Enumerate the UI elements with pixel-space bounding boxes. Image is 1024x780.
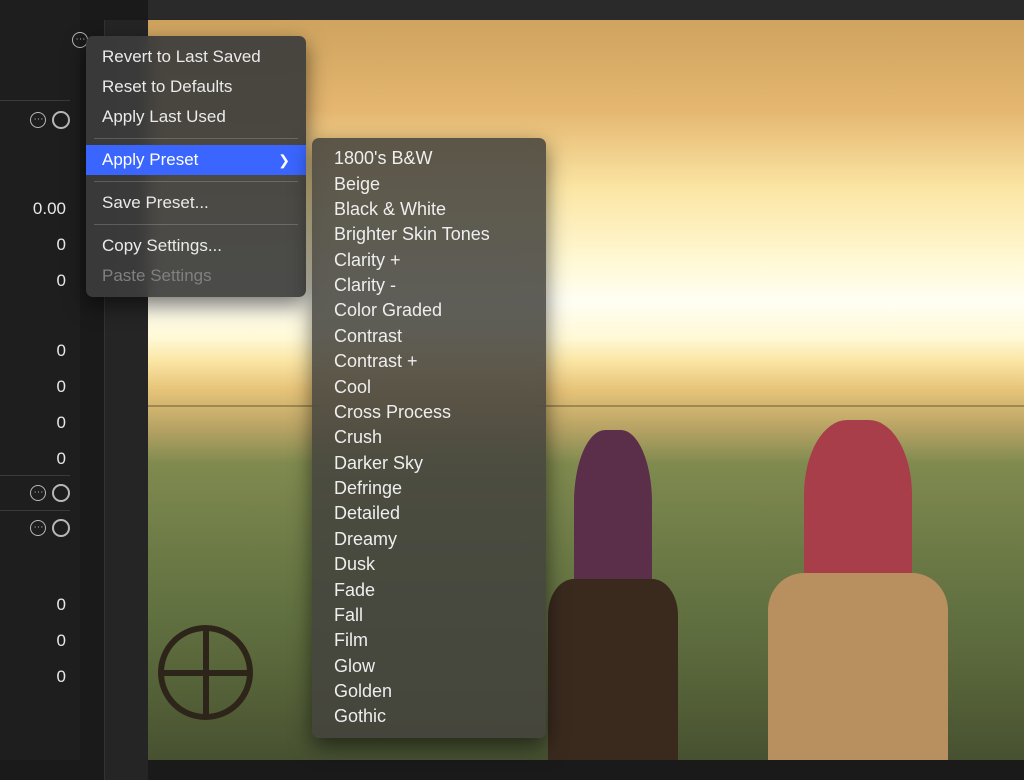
reset-icon[interactable] xyxy=(52,484,70,502)
preset-label: Defringe xyxy=(334,478,402,498)
preset-label: Dusk xyxy=(334,554,375,574)
preset-label: Color Graded xyxy=(334,300,442,320)
preset-label: Contrast + xyxy=(334,351,418,371)
reset-icon[interactable] xyxy=(52,519,70,537)
preset-item[interactable]: Black & White xyxy=(312,197,546,222)
preset-item[interactable]: Color Graded xyxy=(312,298,546,323)
adjust-value[interactable]: 0 xyxy=(0,235,70,255)
preset-item[interactable]: Clarity + xyxy=(312,248,546,273)
adjust-value[interactable]: 0 xyxy=(0,631,70,651)
preset-label: Black & White xyxy=(334,199,446,219)
menu-item-label: Copy Settings... xyxy=(102,236,222,256)
menu-apply-last-used[interactable]: Apply Last Used xyxy=(86,102,306,132)
preset-label: Fade xyxy=(334,580,375,600)
preset-item[interactable]: Contrast xyxy=(312,324,546,349)
preset-label: Fall xyxy=(334,605,363,625)
preset-label: Cross Process xyxy=(334,402,451,422)
adjust-value[interactable]: 0 xyxy=(0,595,70,615)
preset-label: Film xyxy=(334,630,368,650)
preset-item[interactable]: Defringe xyxy=(312,476,546,501)
menu-paste-settings: Paste Settings xyxy=(86,261,306,291)
menu-item-label: Revert to Last Saved xyxy=(102,47,261,67)
preset-label: Gothic xyxy=(334,706,386,726)
menu-separator xyxy=(94,138,298,139)
preset-label: Clarity - xyxy=(334,275,396,295)
menu-copy-settings[interactable]: Copy Settings... xyxy=(86,231,306,261)
image-content xyxy=(548,430,678,760)
preset-item[interactable]: Fade xyxy=(312,577,546,602)
preset-label: Cool xyxy=(334,377,371,397)
preset-item[interactable]: Beige xyxy=(312,171,546,196)
preset-item[interactable]: Dusk xyxy=(312,552,546,577)
menu-item-label: Paste Settings xyxy=(102,266,212,286)
preset-item[interactable]: Golden xyxy=(312,679,546,704)
adjust-value[interactable]: 0 xyxy=(0,667,70,687)
menu-separator xyxy=(94,181,298,182)
image-content xyxy=(148,590,268,720)
preset-item[interactable]: Crush xyxy=(312,425,546,450)
menu-revert-to-last-saved[interactable]: Revert to Last Saved xyxy=(86,42,306,72)
toolbar-strip xyxy=(0,0,1024,20)
menu-item-label: Reset to Defaults xyxy=(102,77,232,97)
menu-save-preset[interactable]: Save Preset... xyxy=(86,188,306,218)
adjust-value[interactable]: 0 xyxy=(0,271,70,291)
preset-label: Clarity + xyxy=(334,250,401,270)
more-icon[interactable] xyxy=(30,485,46,501)
adjust-value[interactable]: 0 xyxy=(0,413,70,433)
preset-item[interactable]: Cross Process xyxy=(312,400,546,425)
preset-label: Brighter Skin Tones xyxy=(334,224,490,244)
preset-item[interactable]: Detailed xyxy=(312,501,546,526)
adjust-value[interactable]: 0 xyxy=(0,449,70,469)
adjust-value[interactable]: 0 xyxy=(0,341,70,361)
preset-label: Golden xyxy=(334,681,392,701)
chevron-right-icon: ❯ xyxy=(278,152,290,169)
preset-item[interactable]: Clarity - xyxy=(312,273,546,298)
preset-item[interactable]: Glow xyxy=(312,654,546,679)
preset-item[interactable]: 1800's B&W xyxy=(312,146,546,171)
preset-submenu: 1800's B&W Beige Black & White Brighter … xyxy=(312,138,546,738)
adjust-value[interactable]: 0.00 xyxy=(0,199,70,219)
image-content xyxy=(768,420,948,760)
adjust-value[interactable]: 0 xyxy=(0,377,70,397)
menu-item-label: Save Preset... xyxy=(102,193,209,213)
preset-item[interactable]: Brighter Skin Tones xyxy=(312,222,546,247)
preset-label: Darker Sky xyxy=(334,453,423,473)
menu-reset-to-defaults[interactable]: Reset to Defaults xyxy=(86,72,306,102)
menu-apply-preset[interactable]: Apply Preset ❯ xyxy=(86,145,306,175)
more-icon[interactable] xyxy=(30,520,46,536)
preset-item[interactable]: Darker Sky xyxy=(312,451,546,476)
menu-separator xyxy=(94,224,298,225)
adjustments-sidebar: 0.00 0 0 0 0 0 0 0 0 0 xyxy=(0,0,80,760)
preset-item[interactable]: Film xyxy=(312,628,546,653)
preset-label: Detailed xyxy=(334,503,400,523)
preset-label: Beige xyxy=(334,174,380,194)
menu-item-label: Apply Last Used xyxy=(102,107,226,127)
more-icon[interactable] xyxy=(30,112,46,128)
preset-label: Dreamy xyxy=(334,529,397,549)
preset-label: Contrast xyxy=(334,326,402,346)
preset-item[interactable]: Dreamy xyxy=(312,527,546,552)
reset-icon[interactable] xyxy=(52,111,70,129)
preset-item[interactable]: Contrast + xyxy=(312,349,546,374)
preset-item[interactable]: Fall xyxy=(312,603,546,628)
preset-label: Crush xyxy=(334,427,382,447)
preset-item[interactable]: Cool xyxy=(312,374,546,399)
preset-item[interactable]: Gothic xyxy=(312,704,546,729)
preset-label: 1800's B&W xyxy=(334,148,432,168)
settings-context-menu: Revert to Last Saved Reset to Defaults A… xyxy=(86,36,306,297)
preset-label: Glow xyxy=(334,656,375,676)
menu-item-label: Apply Preset xyxy=(102,150,198,170)
